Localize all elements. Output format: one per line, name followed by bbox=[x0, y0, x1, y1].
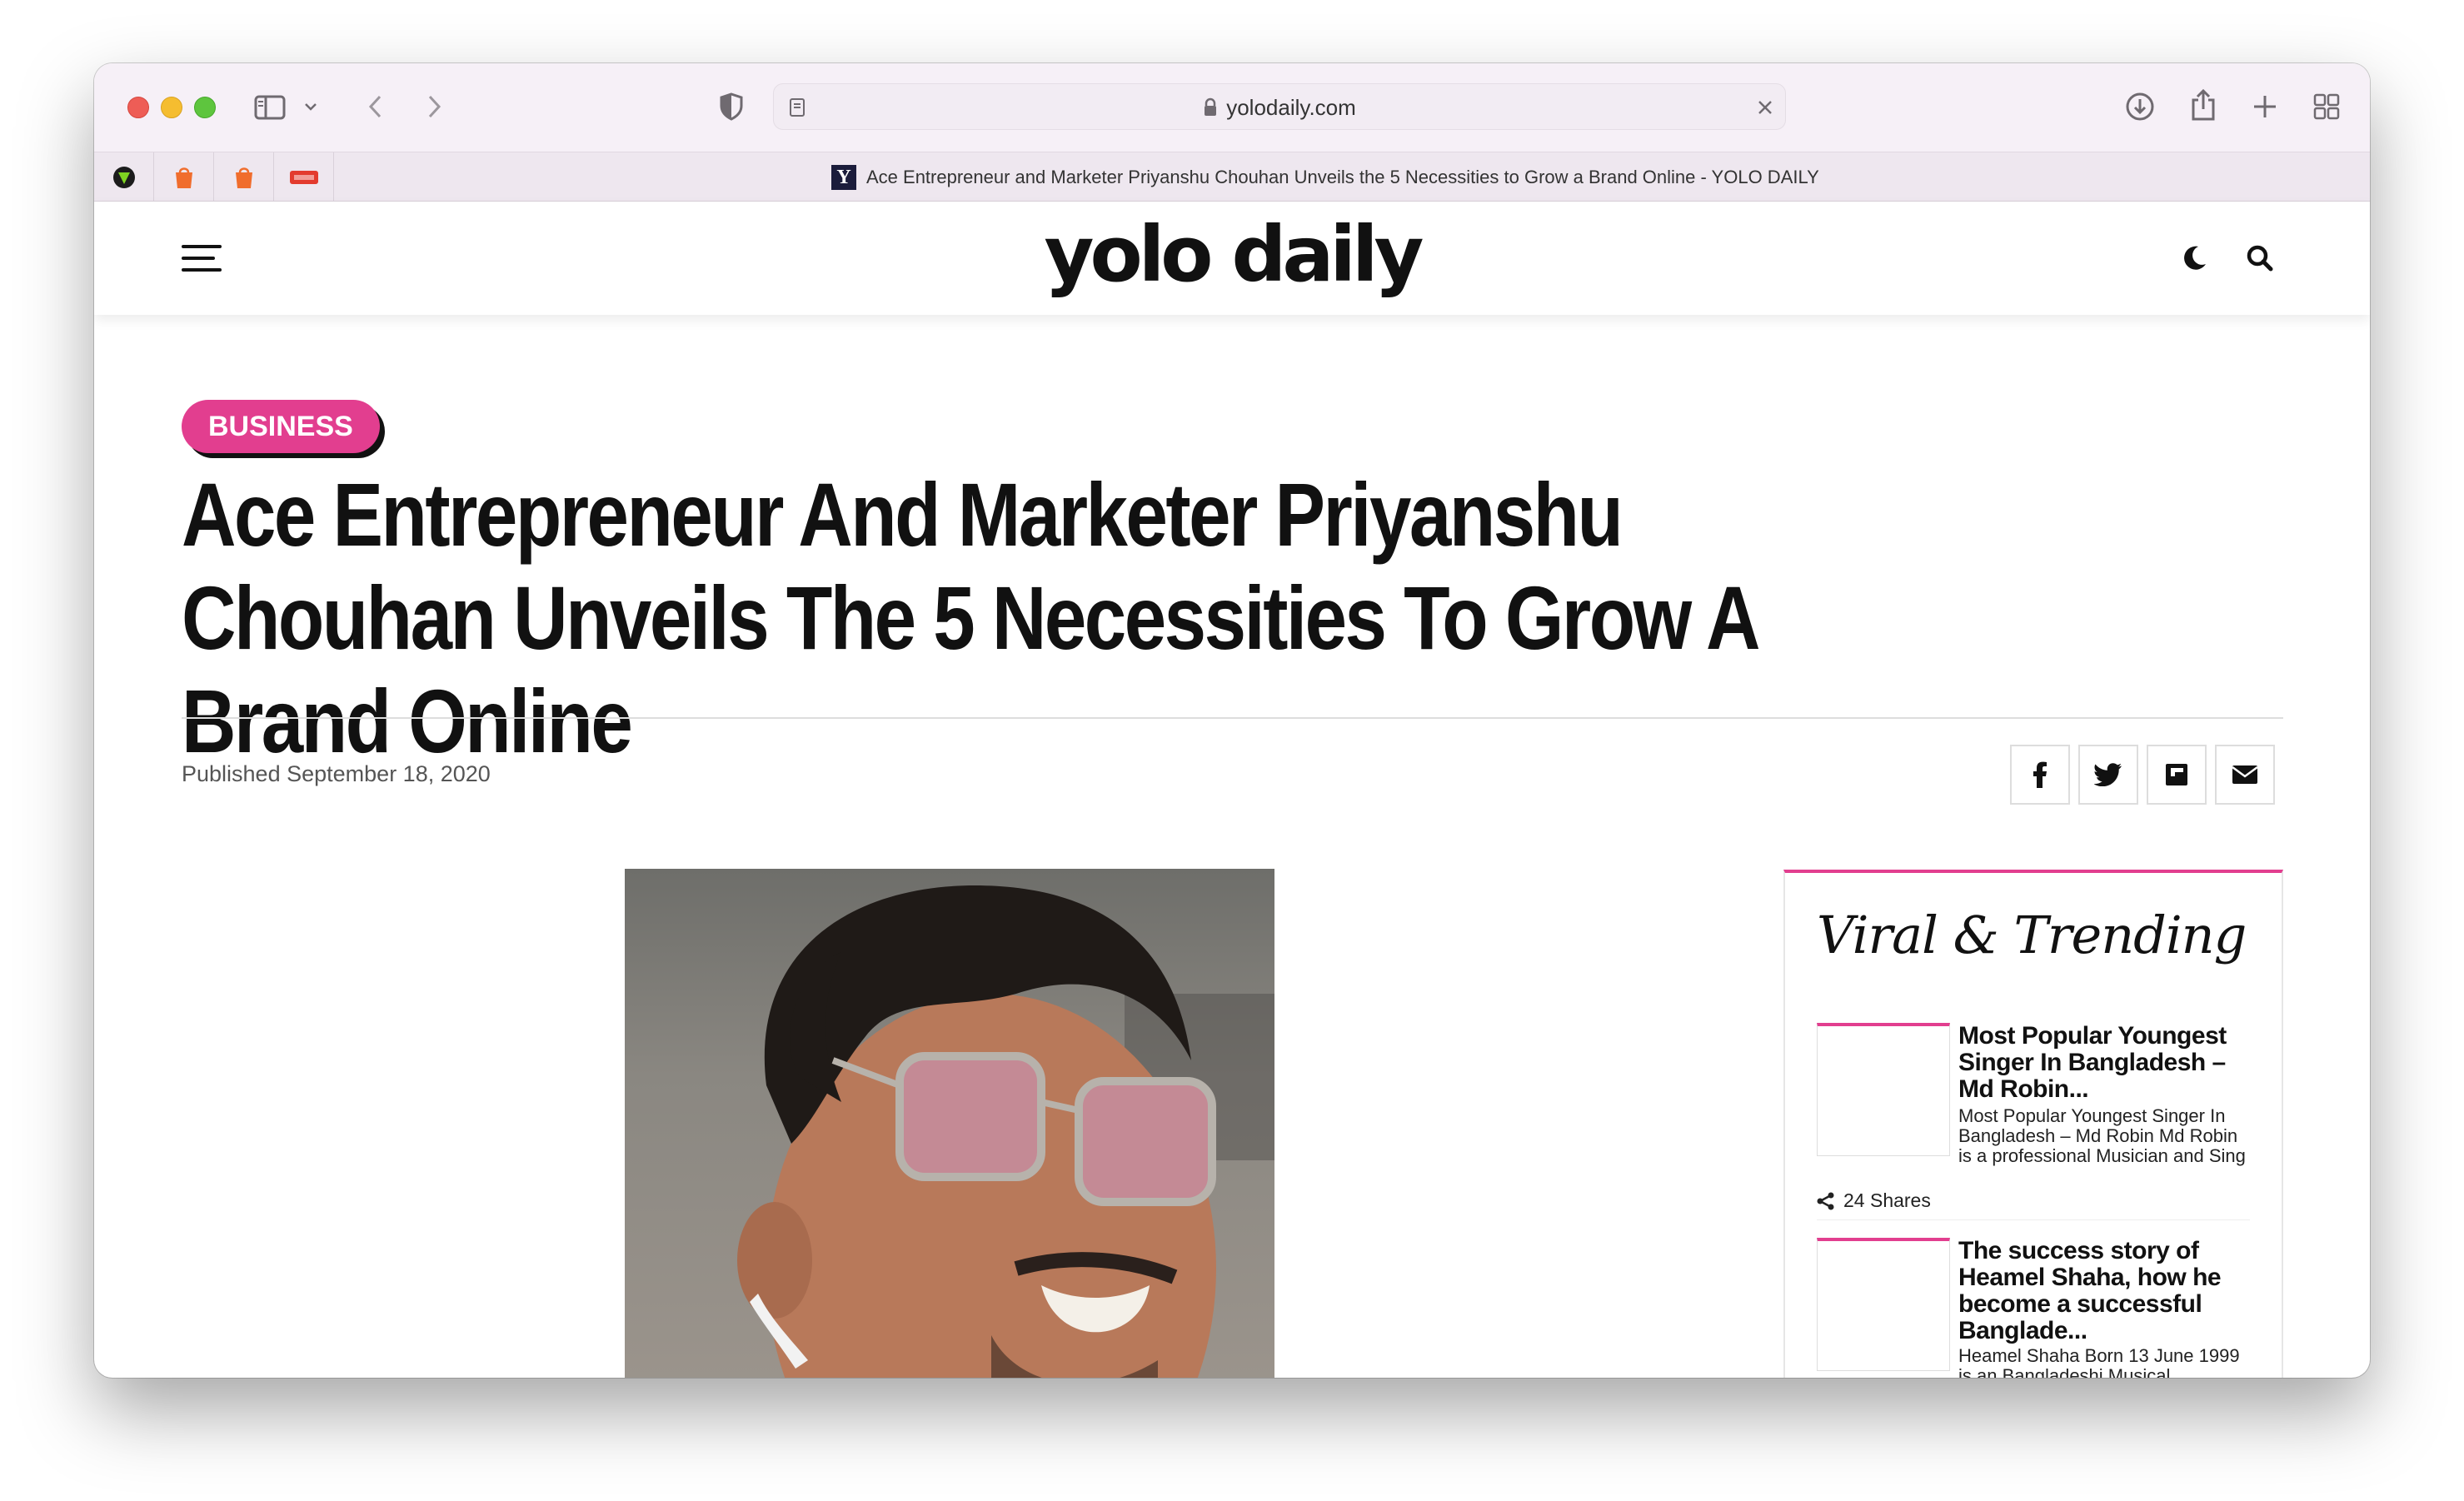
shopping-bag-icon bbox=[235, 167, 252, 188]
maximize-window-button[interactable] bbox=[194, 97, 216, 118]
downloads-icon[interactable] bbox=[2123, 90, 2157, 123]
pinned-tab[interactable] bbox=[214, 152, 274, 202]
divider bbox=[182, 717, 2283, 719]
published-date-value: September 18, 2020 bbox=[287, 761, 491, 786]
active-tab[interactable]: Y Ace Entrepreneur and Marketer Priyansh… bbox=[831, 152, 1819, 202]
share-count-text: 24 Shares bbox=[1843, 1189, 1931, 1211]
viral-trending-widget: Viral & Trending Most Popular Youngest S… bbox=[1783, 870, 2283, 1378]
yolo-favicon-icon: Y bbox=[831, 165, 856, 190]
share-buttons bbox=[2010, 745, 2275, 805]
trending-headline[interactable]: Most Popular Youngest Singer In Banglade… bbox=[1958, 1023, 2250, 1103]
article-title: Ace Entrepreneur And Marketer Priyanshu … bbox=[182, 464, 1758, 771]
url-text[interactable]: yolodaily.com bbox=[1226, 95, 1356, 121]
trending-excerpt: Heamel Shaha Born 13 June 1999 is an Ban… bbox=[1958, 1345, 2240, 1379]
divider bbox=[1817, 1219, 2250, 1220]
trending-excerpt: Most Popular Youngest Singer In Banglade… bbox=[1958, 1105, 2246, 1166]
twitter-icon bbox=[2094, 763, 2122, 786]
trending-item[interactable]: The success story of Heamel Shaha, how h… bbox=[1817, 1238, 2250, 1378]
facebook-share-button[interactable] bbox=[2010, 745, 2070, 805]
published-label: Published bbox=[182, 761, 281, 786]
chevron-down-icon[interactable] bbox=[301, 97, 321, 117]
close-window-button[interactable] bbox=[127, 97, 149, 118]
site-logo[interactable]: yolo daily bbox=[94, 213, 2370, 297]
shopping-bag-icon bbox=[175, 167, 192, 188]
flipboard-icon bbox=[2166, 764, 2187, 785]
pinned-tab[interactable] bbox=[274, 152, 334, 202]
trending-headline[interactable]: The success story of Heamel Shaha, how h… bbox=[1958, 1238, 2250, 1344]
published-date: Published September 18, 2020 bbox=[182, 761, 491, 787]
site-header: yolo daily bbox=[94, 202, 2370, 315]
trending-thumbnail[interactable] bbox=[1817, 1238, 1950, 1371]
widget-title: Viral & Trending bbox=[1817, 905, 2247, 965]
share-count-icon bbox=[1817, 1192, 1834, 1209]
email-share-button[interactable] bbox=[2215, 745, 2275, 805]
sidebar-toggle-icon[interactable] bbox=[252, 92, 289, 123]
pinned-tab-favicon-icon bbox=[112, 167, 135, 188]
portrait-illustration bbox=[737, 885, 1274, 1378]
browser-window: yolodaily.com Y Ace Entrepreneur and Mar… bbox=[94, 63, 2370, 1378]
share-count: 24 Shares bbox=[1817, 1189, 1931, 1212]
flipboard-share-button[interactable] bbox=[2147, 745, 2207, 805]
new-tab-icon[interactable] bbox=[2248, 90, 2282, 123]
site-logo-icon bbox=[289, 171, 318, 184]
trending-item[interactable]: Most Popular Youngest Singer In Banglade… bbox=[1817, 1023, 2250, 1223]
email-icon bbox=[2232, 765, 2258, 784]
tab-overview-icon[interactable] bbox=[2310, 90, 2343, 123]
share-icon[interactable] bbox=[2187, 87, 2220, 123]
privacy-shield-icon[interactable] bbox=[715, 90, 748, 123]
clear-url-icon[interactable] bbox=[1753, 96, 1777, 119]
tab-title: Ace Entrepreneur and Marketer Priyanshu … bbox=[866, 167, 1819, 187]
trending-thumbnail[interactable] bbox=[1817, 1023, 1950, 1156]
pinned-tab[interactable] bbox=[154, 152, 214, 202]
minimize-window-button[interactable] bbox=[161, 97, 182, 118]
article-photo bbox=[625, 869, 1274, 1378]
category-badge[interactable]: BUSINESS bbox=[182, 400, 380, 453]
browser-toolbar: yolodaily.com bbox=[94, 63, 2370, 152]
address-bar[interactable]: yolodaily.com bbox=[773, 83, 1786, 130]
twitter-share-button[interactable] bbox=[2078, 745, 2138, 805]
dark-mode-icon[interactable] bbox=[2178, 242, 2212, 275]
forward-icon[interactable] bbox=[417, 90, 451, 123]
tab-bar: Y Ace Entrepreneur and Marketer Priyansh… bbox=[94, 152, 2370, 202]
pinned-tab[interactable] bbox=[94, 152, 154, 202]
search-icon[interactable] bbox=[2243, 242, 2277, 275]
facebook-icon bbox=[2033, 761, 2047, 788]
back-icon[interactable] bbox=[359, 90, 392, 123]
lock-icon bbox=[1203, 97, 1218, 117]
